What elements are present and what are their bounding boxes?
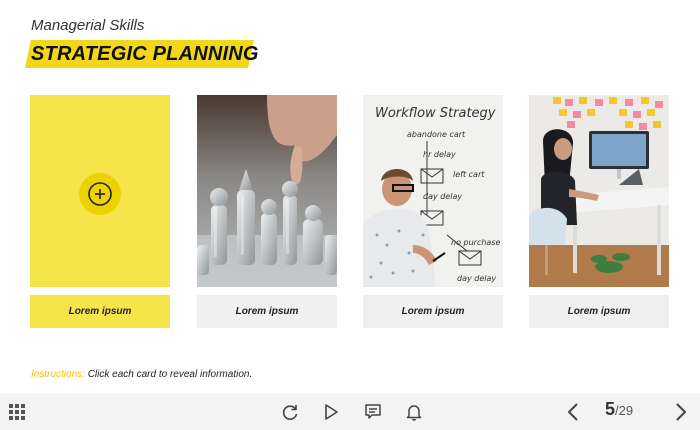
card-4-label[interactable]: Lorem ipsum xyxy=(529,295,669,328)
slide-subtitle: Managerial Skills xyxy=(31,17,145,34)
captions-icon[interactable] xyxy=(362,401,384,423)
player-toolbar: 5 / 29 xyxy=(0,393,700,430)
svg-text:abandone cart: abandone cart xyxy=(407,130,466,139)
grid-menu-icon[interactable] xyxy=(7,402,27,422)
whiteboard-workflow-photo[interactable]: Workflow Strategy abandone cart hr delay… xyxy=(363,95,503,287)
card-1-media[interactable] xyxy=(30,95,170,287)
card-1-label[interactable]: Lorem ipsum xyxy=(30,295,170,328)
chess-pieces-photo[interactable] xyxy=(197,95,337,287)
card-3[interactable]: Workflow Strategy abandone cart hr delay… xyxy=(363,95,503,328)
chevron-right-icon[interactable] xyxy=(670,400,692,424)
bell-icon[interactable] xyxy=(403,401,425,423)
current-page: 5 xyxy=(605,399,616,419)
svg-text:no purchase: no purchase xyxy=(451,238,500,247)
slide-title: STRATEGIC PLANNING xyxy=(31,43,259,65)
whiteboard-heading: Workflow Strategy xyxy=(375,106,496,121)
svg-text:left cart: left cart xyxy=(453,170,485,179)
instructions-text: Click each card to reveal information. xyxy=(84,369,253,380)
instructions-label: Instructions: xyxy=(31,369,85,380)
card-2[interactable]: Lorem ipsum xyxy=(197,95,337,328)
office-desk-photo[interactable] xyxy=(529,95,669,287)
card-4[interactable]: Lorem ipsum xyxy=(529,95,669,328)
svg-text:hr delay: hr delay xyxy=(423,150,456,159)
play-icon[interactable] xyxy=(320,401,342,423)
plus-circle-icon[interactable] xyxy=(79,173,121,215)
svg-text:day delay: day delay xyxy=(457,274,496,283)
card-1[interactable]: Lorem ipsum xyxy=(30,95,170,328)
svg-text:day delay: day delay xyxy=(423,192,462,201)
replay-icon[interactable] xyxy=(279,401,301,423)
total-pages: 29 xyxy=(618,403,634,418)
instructions: Instructions: Click each card to reveal … xyxy=(31,369,252,380)
page-counter: 5 / 29 xyxy=(605,399,633,423)
slide-title-banner: STRATEGIC PLANNING xyxy=(25,40,258,68)
card-3-label[interactable]: Lorem ipsum xyxy=(363,295,503,328)
card-2-label[interactable]: Lorem ipsum xyxy=(197,295,337,328)
chevron-left-icon[interactable] xyxy=(562,400,584,424)
